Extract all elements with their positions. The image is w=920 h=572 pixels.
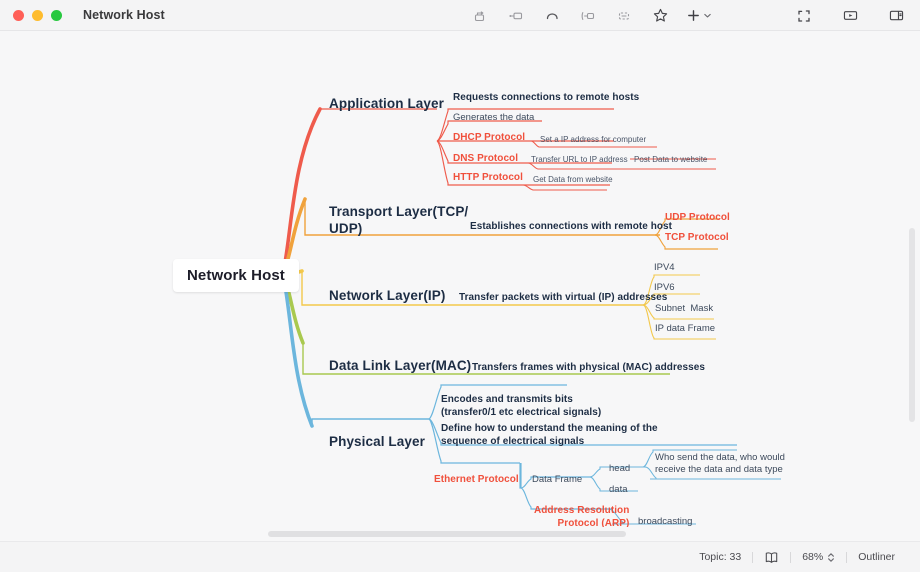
topic-dhcp-protocol[interactable]: DHCP Protocol — [453, 132, 525, 145]
topic-define-how-to-understand[interactable]: Define how to understand the meaning of … — [441, 423, 658, 449]
zoom-window-button[interactable] — [51, 9, 62, 21]
topic-encodes-transmits-bits[interactable]: Encodes and transmits bits (transfer0/1 … — [441, 394, 601, 420]
zoom-control[interactable]: 68% — [791, 551, 846, 563]
window-title: Network Host — [83, 8, 165, 22]
insert-sibling-topic-icon[interactable] — [506, 6, 526, 26]
topic-ipv6[interactable]: IPV6 — [654, 282, 675, 294]
horizontal-scrollbar-thumb[interactable] — [268, 531, 626, 537]
mindmap-app-window: Network Host Network Host Application La… — [0, 0, 920, 572]
topic-transport-layer[interactable]: Transport Layer(TCP/ UDP) — [329, 203, 468, 238]
window-controls — [13, 9, 62, 21]
topic-network-layer[interactable]: Network Layer(IP) — [329, 287, 445, 304]
title-bar: Network Host — [0, 0, 920, 31]
topic-dns-protocol[interactable]: DNS Protocol — [453, 153, 518, 166]
add-icon[interactable] — [686, 8, 712, 23]
vertical-scrollbar[interactable] — [909, 228, 915, 422]
status-bar: Topic: 33 68% Outliner — [0, 541, 920, 572]
zoom-stepper-icon[interactable] — [827, 552, 835, 563]
zoom-level-label: 68% — [802, 551, 824, 563]
topic-requests-connections[interactable]: Requests connections to remote hosts — [453, 92, 639, 105]
close-window-button[interactable] — [13, 9, 24, 21]
topic-subnet-mask[interactable]: Subnet Mask — [655, 303, 713, 315]
topic-data-frame[interactable]: Data Frame — [532, 474, 582, 486]
topic-tcp-protocol[interactable]: TCP Protocol — [665, 232, 729, 245]
topic-transfer-packets[interactable]: Transfer packets with virtual (IP) addre… — [459, 292, 667, 305]
topic-dhcp-detail[interactable]: Set a IP address for computer — [540, 135, 646, 145]
topic-udp-protocol[interactable]: UDP Protocol — [665, 212, 730, 225]
topic-head-detail[interactable]: Who send the data, who would receive the… — [655, 452, 785, 476]
presentation-icon[interactable] — [840, 6, 860, 26]
topic-ethernet-protocol[interactable]: Ethernet Protocol — [434, 474, 519, 487]
insert-relationship-icon[interactable] — [542, 6, 562, 26]
topic-ipv4[interactable]: IPV4 — [654, 262, 675, 274]
topic-application-layer[interactable]: Application Layer — [329, 95, 444, 112]
topic-count: Topic: 33 — [699, 551, 742, 563]
toolbar-center — [470, 0, 712, 31]
topic-transfers-frames[interactable]: Transfers frames with physical (MAC) add… — [472, 362, 705, 375]
insert-boundary-icon[interactable] — [578, 6, 598, 26]
topic-generates-the-data[interactable]: Generates the data — [453, 112, 534, 124]
outliner-button[interactable]: Outliner — [847, 551, 906, 563]
mindmap-canvas[interactable]: Network Host Application Layer Requests … — [0, 31, 920, 541]
root-topic[interactable]: Network Host — [173, 259, 299, 293]
topic-data-link-layer[interactable]: Data Link Layer(MAC) — [329, 357, 471, 374]
topic-data[interactable]: data — [609, 484, 628, 496]
topic-dns-detail-transfer-url[interactable]: Transfer URL to IP address — [531, 155, 628, 165]
fullscreen-icon[interactable] — [794, 6, 814, 26]
horizontal-scrollbar-track[interactable] — [0, 527, 920, 541]
topic-establishes-connections[interactable]: Establishes connections with remote host — [470, 221, 672, 234]
topic-physical-layer[interactable]: Physical Layer — [329, 433, 425, 450]
outline-map-icon[interactable] — [753, 551, 790, 564]
toolbar-right — [794, 0, 906, 31]
minimize-window-button[interactable] — [32, 9, 43, 21]
topic-http-detail[interactable]: Get Data from website — [533, 175, 613, 185]
star-icon[interactable] — [650, 6, 670, 26]
topic-http-protocol[interactable]: HTTP Protocol — [453, 172, 523, 185]
topic-ip-data-frame[interactable]: IP data Frame — [655, 323, 715, 335]
toggle-sidebar-icon[interactable] — [886, 6, 906, 26]
insert-subtopic-icon[interactable] — [470, 6, 490, 26]
topic-dns-detail-post-data[interactable]: Post Data to website — [634, 155, 707, 165]
topic-head[interactable]: head — [609, 463, 630, 475]
insert-summary-icon[interactable] — [614, 6, 634, 26]
